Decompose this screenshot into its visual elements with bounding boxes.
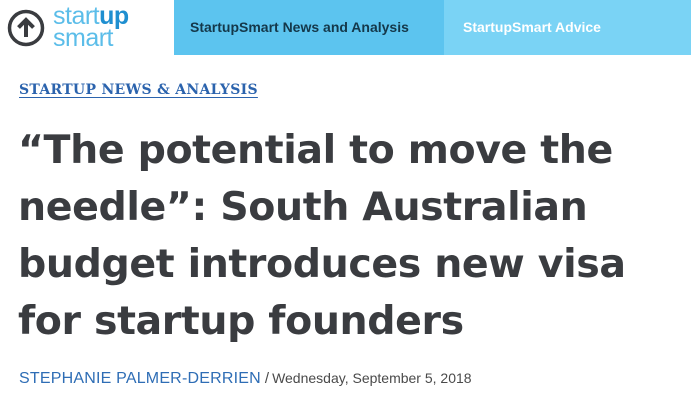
author-link[interactable]: STEPHANIE PALMER-DERRIEN	[19, 370, 261, 387]
tab-news-and-analysis-label: StartupSmart News and Analysis	[190, 19, 409, 35]
byline-separator: /	[264, 370, 270, 387]
startupsmart-logo[interactable]: startup smart	[0, 0, 174, 55]
category-link[interactable]: STARTUP NEWS & ANALYSIS	[19, 82, 258, 98]
byline: STEPHANIE PALMER-DERRIEN / Wednesday, Sept…	[19, 370, 472, 388]
tab-advice-label: StartupSmart Advice	[463, 19, 601, 35]
publish-date: Wednesday, September 5, 2018	[272, 370, 472, 386]
logo-wordmark-bottom: smart	[53, 24, 114, 52]
tab-advice[interactable]: StartupSmart Advice	[444, 0, 691, 55]
site-header: startup smart StartupSmart News and Anal…	[0, 0, 691, 55]
tab-news-and-analysis[interactable]: StartupSmart News and Analysis	[174, 0, 444, 55]
article-title: “The potential to move the needle”: Sout…	[18, 127, 626, 344]
up-arrow-circle-icon	[7, 9, 45, 47]
